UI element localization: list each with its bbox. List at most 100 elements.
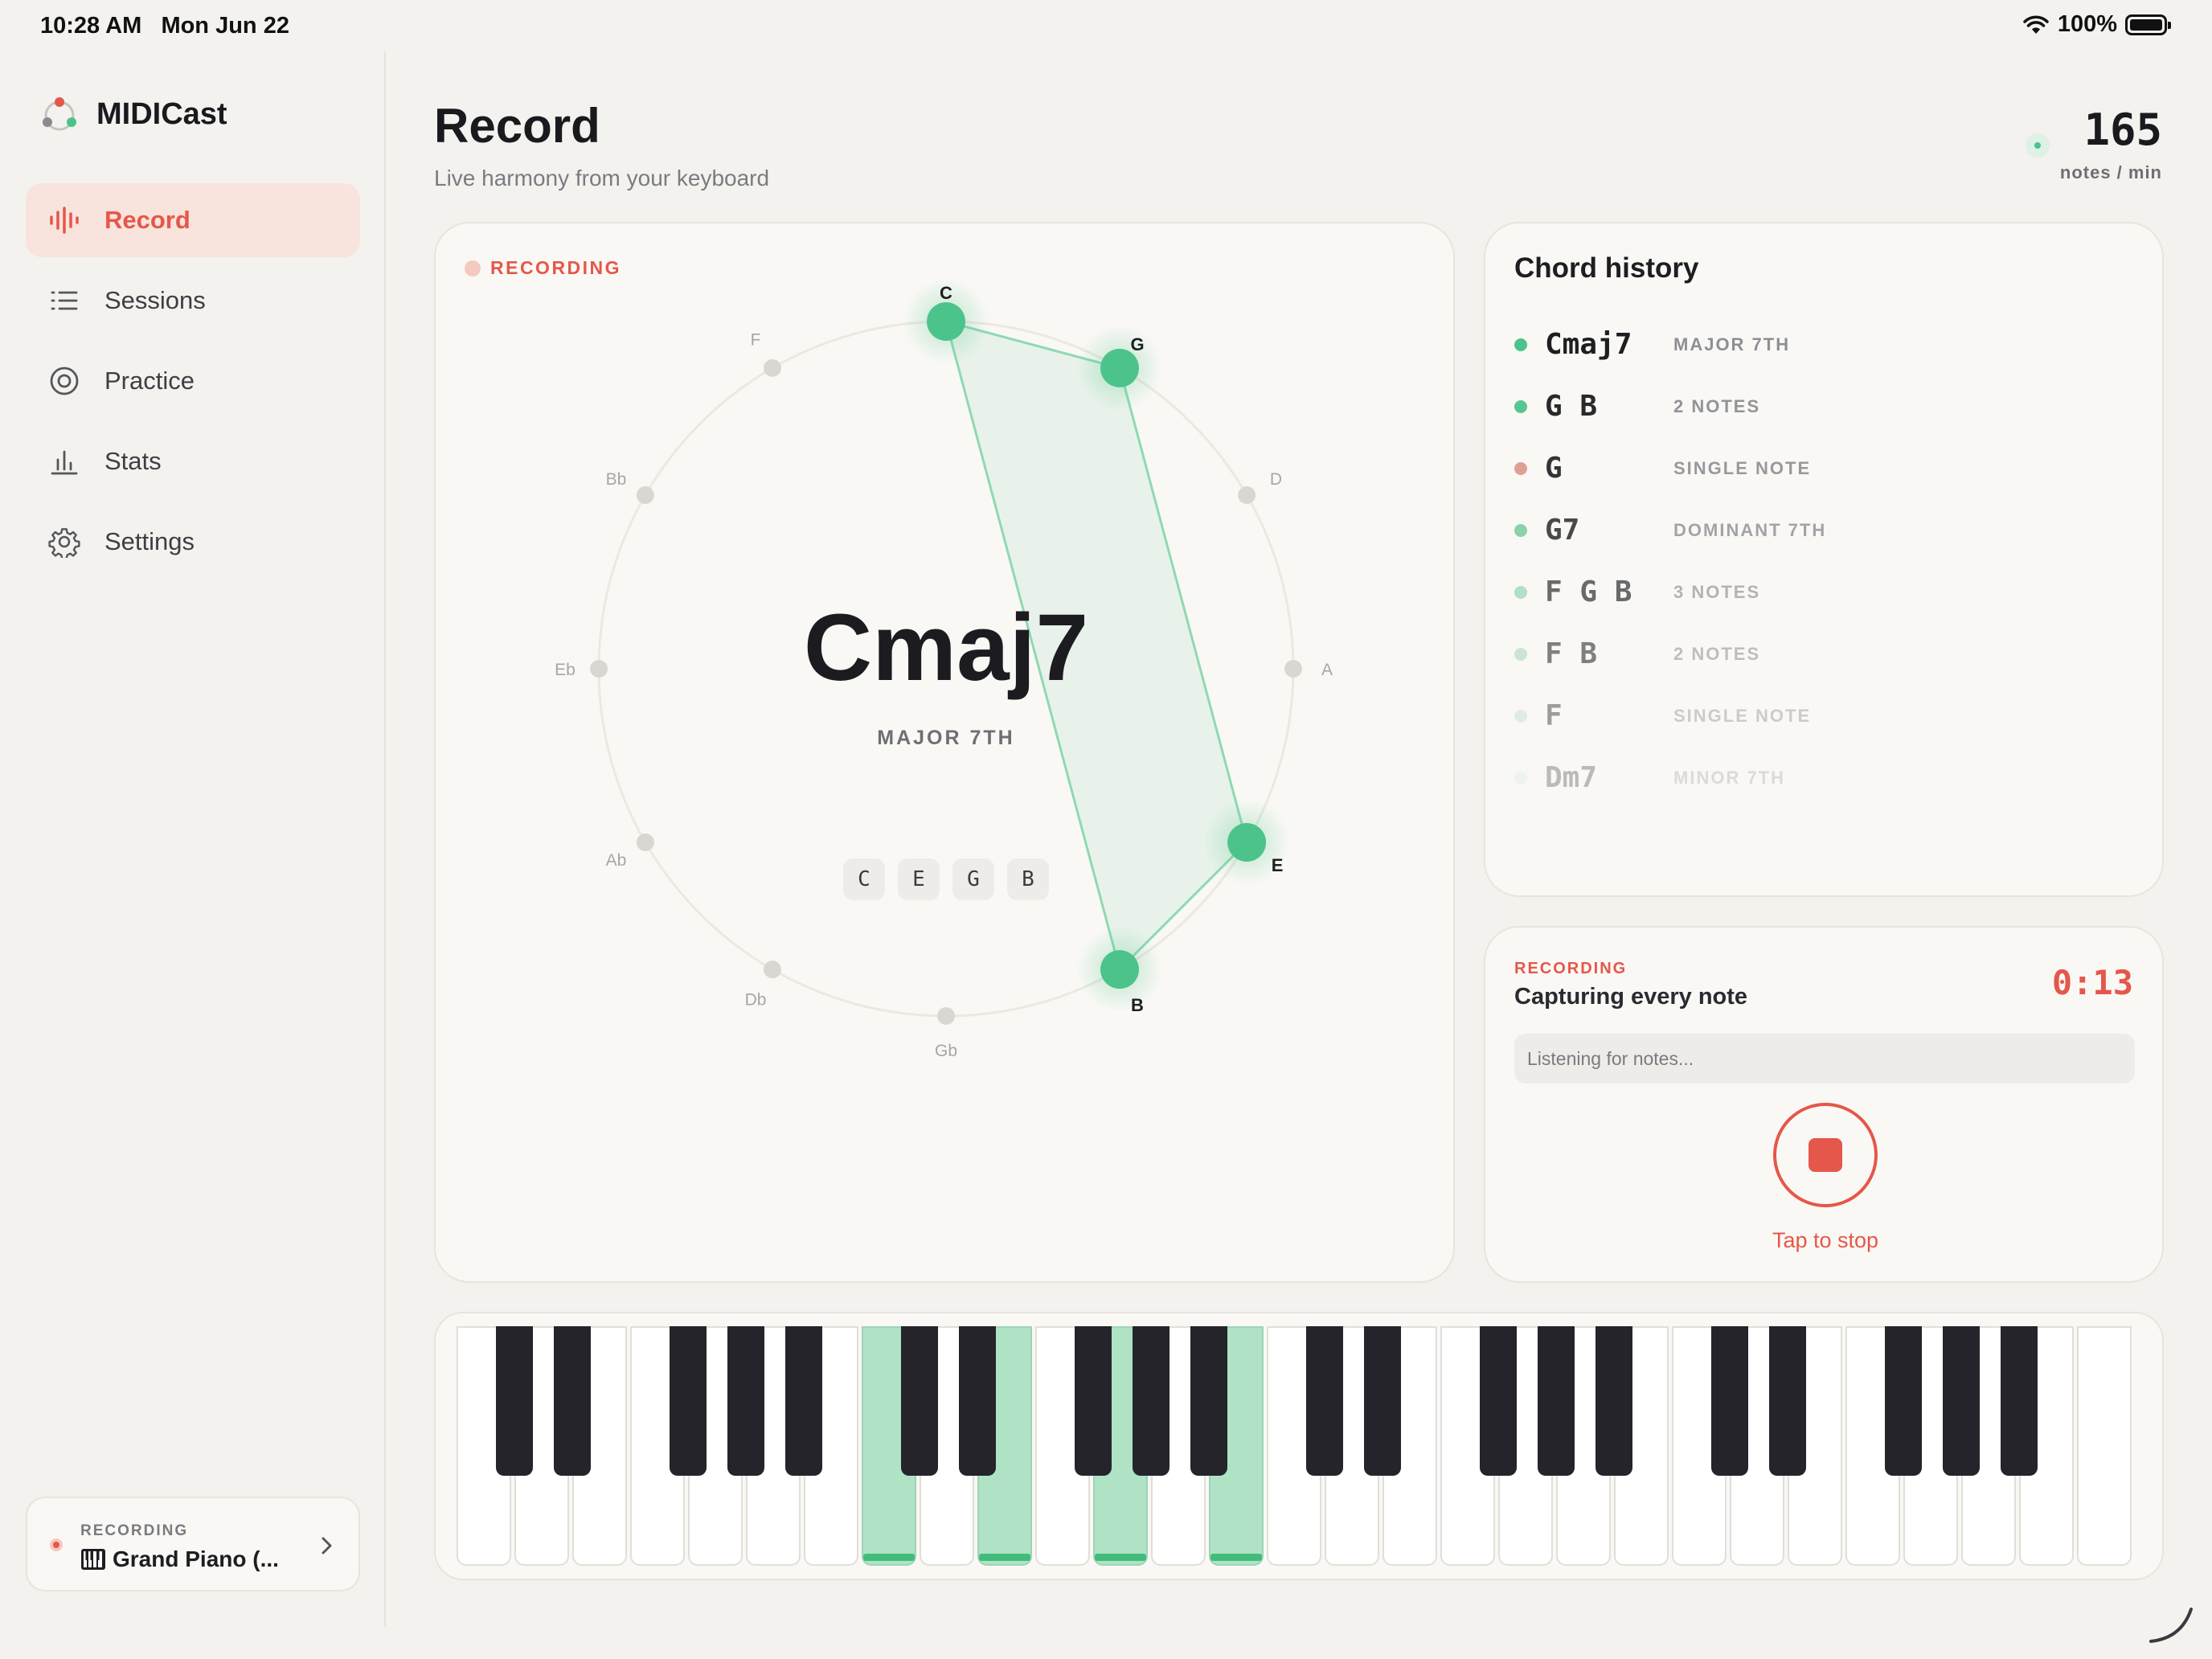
note-label-f: F: [751, 331, 761, 350]
clock-time: 10:28 AM: [40, 13, 142, 39]
resize-handle-icon[interactable]: [2146, 1596, 2194, 1645]
piano-icon: [81, 1549, 105, 1570]
piano-black-key[interactable]: [901, 1326, 938, 1476]
status-time: 10:28 AM Mon Jun 22: [40, 13, 289, 39]
recording-indicator-dot: [50, 1538, 63, 1551]
history-chord-desc: MAJOR 7TH: [1673, 334, 1791, 354]
piano-black-key[interactable]: [1306, 1326, 1343, 1476]
chord-history-card: Chord history Cmaj7 MAJOR 7TH G B 2 NOTES G S…: [1484, 222, 2164, 897]
clock-date: Mon Jun 22: [161, 13, 289, 39]
history-chord-name: Cmaj7: [1545, 328, 1632, 361]
stop-recording-button[interactable]: [1773, 1103, 1878, 1207]
chord-history-row[interactable]: F SINGLE NOTE: [1514, 685, 2141, 747]
device-status: RECORDING: [80, 1522, 189, 1539]
input-device-card[interactable]: RECORDING Grand Piano (...: [26, 1497, 360, 1591]
piano-black-key[interactable]: [496, 1326, 533, 1476]
note-chip: C: [843, 858, 885, 900]
history-dot: [1514, 771, 1527, 784]
target-icon: [47, 363, 82, 399]
history-chord-desc: 2 NOTES: [1673, 395, 1761, 416]
bar-chart-icon: [47, 444, 82, 479]
brand: MIDICast: [40, 95, 227, 133]
chord-history-row[interactable]: Cmaj7 MAJOR 7TH: [1514, 313, 2141, 375]
sidebar-item-practice[interactable]: Practice: [26, 344, 360, 418]
recording-timer: 0:13: [2051, 963, 2133, 1002]
device-name-row: Grand Piano (...: [80, 1546, 279, 1572]
piano-black-key[interactable]: [1538, 1326, 1575, 1476]
history-dot: [1514, 709, 1527, 723]
chord-wheel-card: RECORDING C G D A E B Gb Db Ab Eb Bb F Cmaj7 MAJOR …: [434, 222, 1455, 1283]
history-chord-name: G: [1545, 452, 1563, 485]
history-chord-name: G7: [1545, 514, 1580, 547]
piano-black-key[interactable]: [959, 1326, 996, 1476]
stop-icon: [1809, 1138, 1842, 1172]
note-node-ab: [636, 834, 654, 851]
history-chord-desc: MINOR 7TH: [1673, 767, 1785, 788]
history-dot: [1514, 585, 1527, 599]
history-chord-desc: SINGLE NOTE: [1673, 457, 1812, 478]
note-chip: E: [898, 858, 940, 900]
piano-black-key[interactable]: [1711, 1326, 1748, 1476]
note-chip: G: [952, 858, 994, 900]
gear-icon: [47, 524, 82, 559]
piano-black-key[interactable]: [785, 1326, 822, 1476]
piano-black-key[interactable]: [1596, 1326, 1632, 1476]
history-chord-desc: SINGLE NOTE: [1673, 705, 1812, 726]
piano-black-key[interactable]: [1075, 1326, 1112, 1476]
sidebar-nav: Record Sessions Practice Stats Settings: [26, 183, 360, 585]
piano-black-key[interactable]: [1480, 1326, 1517, 1476]
piano-black-key[interactable]: [1943, 1326, 1980, 1476]
note-label-bb: Bb: [606, 470, 627, 489]
history-dot: [1514, 338, 1527, 351]
piano-black-key[interactable]: [1885, 1326, 1922, 1476]
chord-history-list: Cmaj7 MAJOR 7TH G B 2 NOTES G SINGLE NOTE G7 DO…: [1514, 313, 2141, 809]
piano-black-key[interactable]: [1133, 1326, 1169, 1476]
note-node-f: [764, 358, 781, 377]
history-chord-desc: 2 NOTES: [1673, 643, 1761, 664]
chord-history-row[interactable]: G B 2 NOTES: [1514, 375, 2141, 437]
note-node-bb: [636, 486, 654, 504]
piano-black-key[interactable]: [1364, 1326, 1401, 1476]
sidebar-item-label: Record: [104, 206, 190, 234]
sidebar-item-label: Sessions: [104, 286, 206, 314]
note-label-d: D: [1270, 470, 1282, 489]
recording-label: RECORDING: [1514, 960, 1628, 977]
piano-black-key[interactable]: [1190, 1326, 1227, 1476]
chord-history-title: Chord history: [1514, 252, 1699, 284]
sidebar-item-record[interactable]: Record: [26, 183, 360, 257]
sidebar-item-label: Settings: [104, 527, 195, 555]
stop-label: Tap to stop: [1772, 1228, 1879, 1252]
sidebar-item-label: Practice: [104, 367, 195, 395]
history-dot: [1514, 399, 1527, 413]
sidebar: MIDICast Record Sessions Practice Stats …: [0, 51, 386, 1627]
piano-black-key[interactable]: [670, 1326, 707, 1476]
piano-black-key[interactable]: [554, 1326, 591, 1476]
history-dot: [1514, 461, 1527, 475]
note-chip: B: [1007, 858, 1049, 900]
piano-keyboard-card: [434, 1312, 2164, 1580]
battery-percent: 100%: [2057, 11, 2117, 37]
chord-history-row[interactable]: F B 2 NOTES: [1514, 623, 2141, 685]
chord-history-row[interactable]: G7 DOMINANT 7TH: [1514, 499, 2141, 561]
page-subtitle: Live harmony from your keyboard: [434, 166, 770, 190]
note-node-db: [764, 961, 781, 979]
chord-history-row[interactable]: G SINGLE NOTE: [1514, 437, 2141, 499]
sidebar-item-stats[interactable]: Stats: [26, 424, 360, 498]
notes-input[interactable]: [1514, 1034, 2135, 1083]
piano-black-key[interactable]: [1769, 1326, 1806, 1476]
sidebar-item-settings[interactable]: Settings: [26, 505, 360, 579]
piano-white-key[interactable]: [2077, 1326, 2132, 1566]
note-node-c: [927, 302, 965, 341]
chord-history-row[interactable]: Dm7 MINOR 7TH: [1514, 747, 2141, 809]
piano-keyboard: [457, 1326, 2144, 1566]
chord-note-chips: C E G B: [436, 858, 1456, 900]
chevron-right-icon: [322, 1537, 332, 1555]
recording-status: Capturing every note: [1514, 984, 1748, 1010]
sidebar-item-label: Stats: [104, 447, 162, 475]
chord-history-row[interactable]: F G B 3 NOTES: [1514, 561, 2141, 623]
sidebar-item-sessions[interactable]: Sessions: [26, 264, 360, 338]
piano-black-key[interactable]: [727, 1326, 764, 1476]
piano-black-key[interactable]: [2001, 1326, 2038, 1476]
notes-per-minute-unit: notes / min: [2059, 162, 2162, 182]
notes-per-minute-value: 165: [2083, 104, 2162, 155]
